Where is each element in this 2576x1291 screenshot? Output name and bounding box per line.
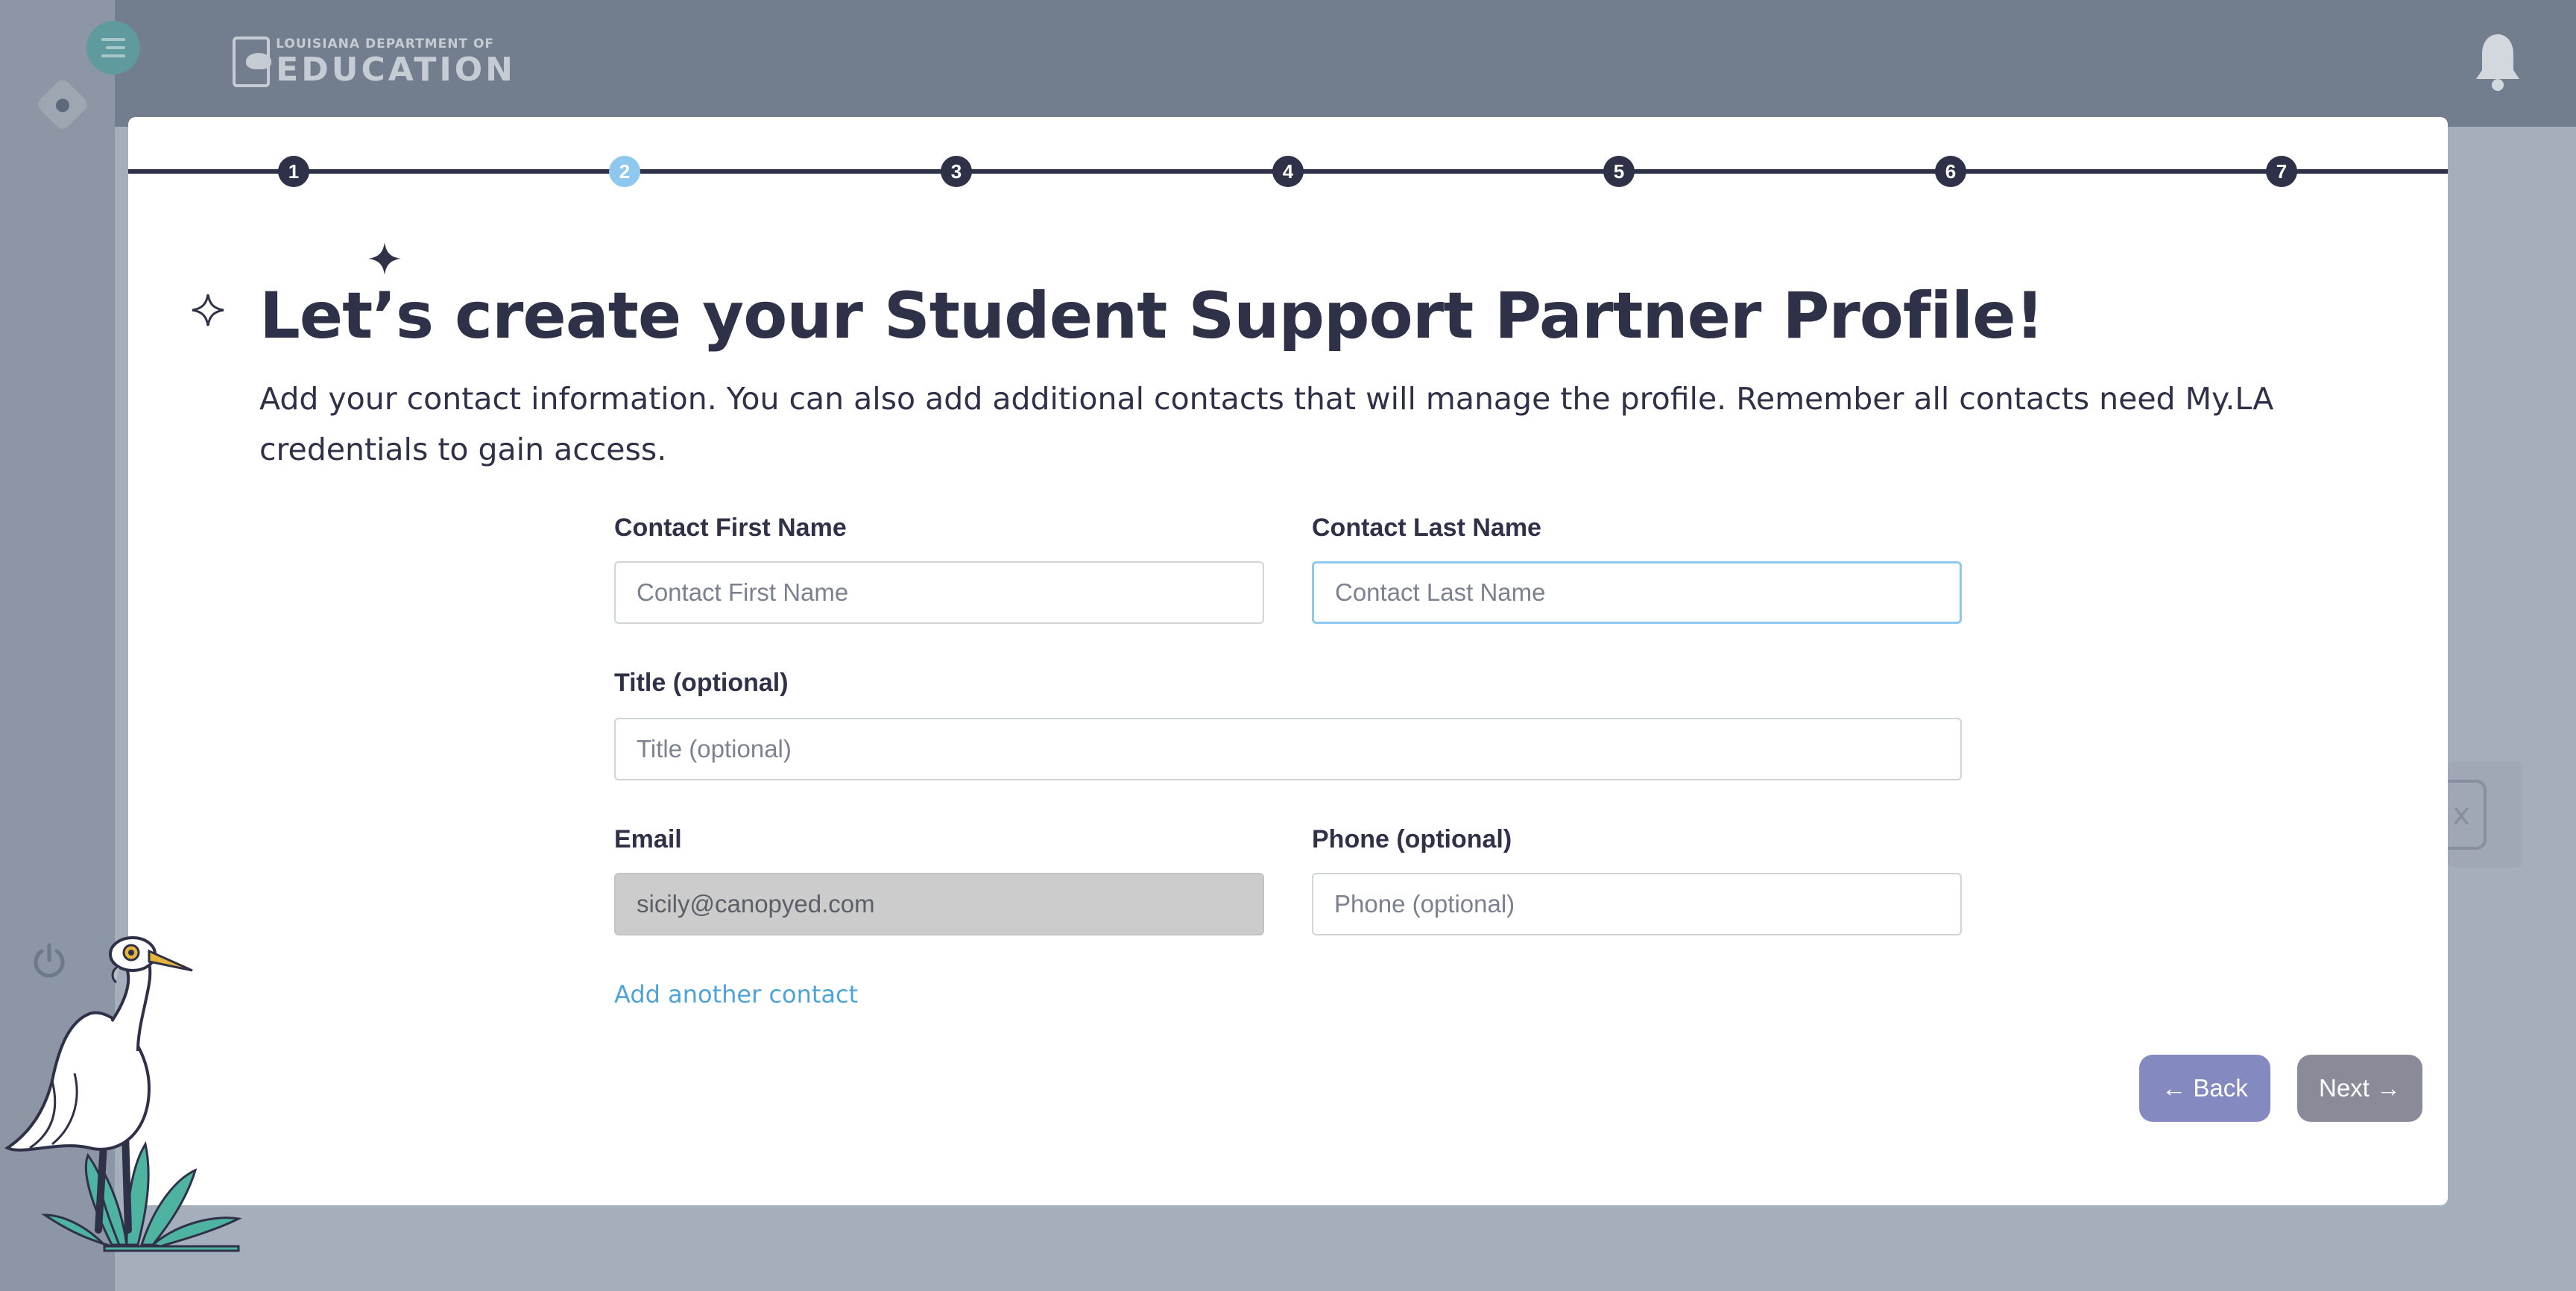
step-5[interactable]: 5 <box>1603 156 1635 187</box>
first-name-label: Contact First Name <box>614 514 847 542</box>
hamburger-menu-icon[interactable] <box>86 21 140 75</box>
sparkle-outline-icon <box>192 294 224 326</box>
profile-setup-modal: 1 2 3 4 5 6 7 Let’s create your Student … <box>128 117 2448 1205</box>
page-title: Let’s create your Student Support Partne… <box>259 279 2045 353</box>
sparkle-icon <box>368 242 401 275</box>
step-6[interactable]: 6 <box>1935 156 1966 187</box>
heron-illustration <box>4 936 242 1252</box>
step-4[interactable]: 4 <box>1272 156 1304 187</box>
add-another-contact-link[interactable]: Add another contact <box>614 980 858 1009</box>
next-button[interactable]: Next → <box>2297 1055 2422 1122</box>
page-subtitle: Add your contact information. You can al… <box>259 381 2274 467</box>
background-card-button-label: x <box>2452 798 2470 832</box>
logo-title: EDUCATION <box>276 50 516 89</box>
louisiana-education-logo: LOUISIANA DEPARTMENT OF EDUCATION <box>233 34 516 89</box>
phone-input[interactable] <box>1312 873 1962 935</box>
back-button[interactable]: ← Back <box>2139 1055 2270 1122</box>
email-field <box>614 873 1264 935</box>
title-label: Title (optional) <box>614 669 789 697</box>
step-7[interactable]: 7 <box>2266 156 2297 187</box>
step-3[interactable]: 3 <box>941 156 972 187</box>
title-input[interactable] <box>614 718 1962 780</box>
step-1[interactable]: 1 <box>278 156 309 187</box>
last-name-input[interactable] <box>1312 561 1962 624</box>
step-2[interactable]: 2 <box>609 156 640 187</box>
notification-bell-icon[interactable] <box>2473 31 2522 92</box>
phone-label: Phone (optional) <box>1312 825 1512 853</box>
plant-icon <box>41 1140 242 1252</box>
email-label: Email <box>614 825 682 853</box>
pelican-logo-icon <box>233 37 272 87</box>
logo-subtitle: LOUISIANA DEPARTMENT OF <box>276 36 495 51</box>
last-name-label: Contact Last Name <box>1312 514 1541 542</box>
first-name-input[interactable] <box>614 561 1264 624</box>
